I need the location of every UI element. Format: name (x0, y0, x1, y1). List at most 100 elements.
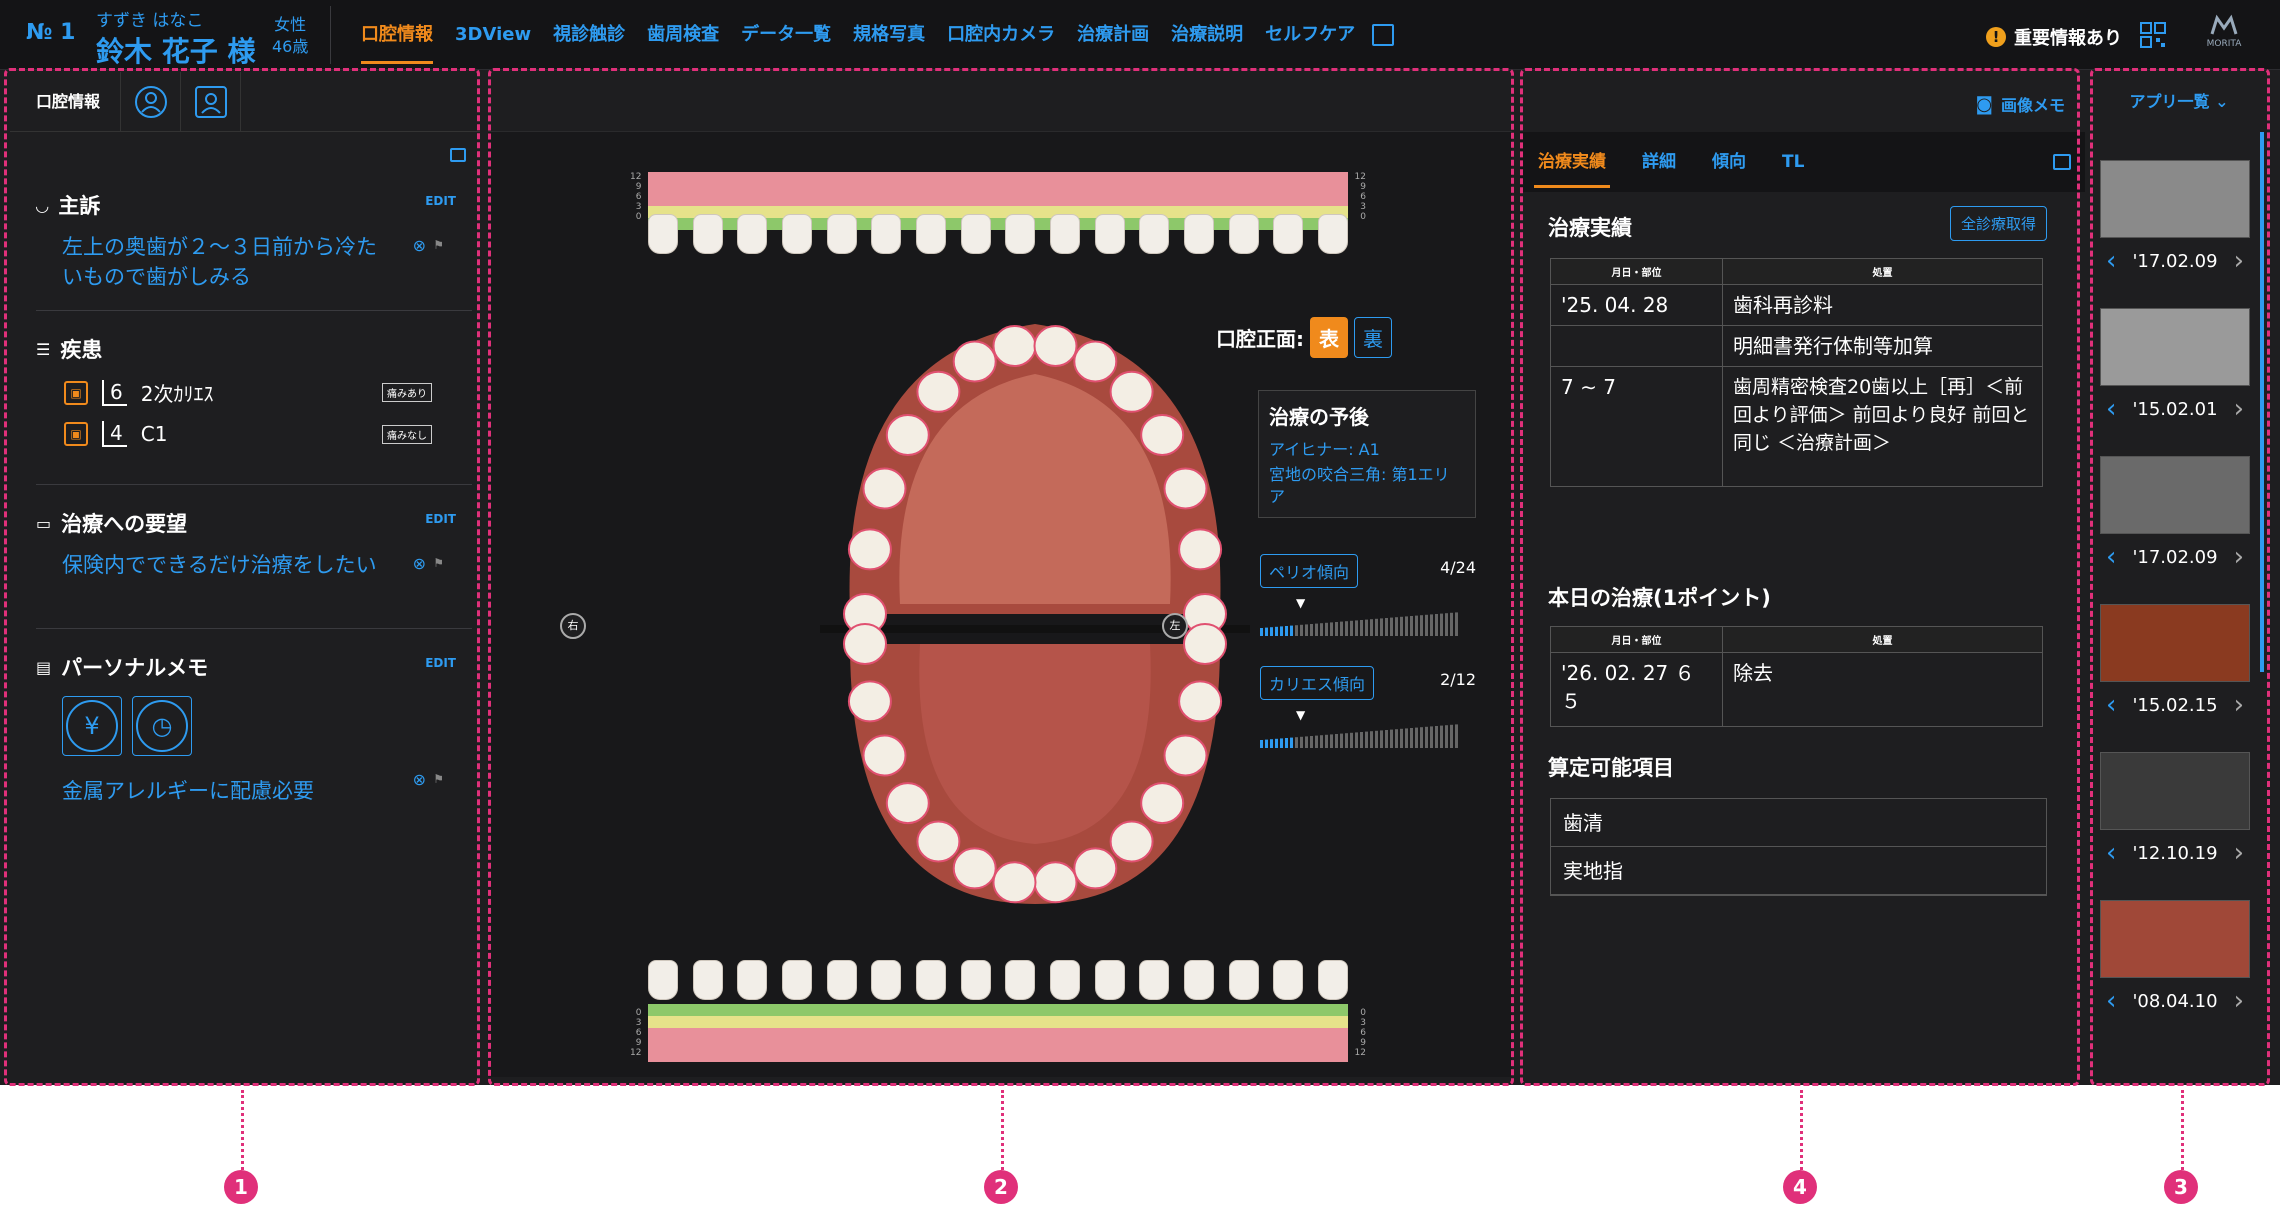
tooth[interactable] (1005, 214, 1036, 254)
thumbnail-image[interactable] (2100, 604, 2250, 682)
book-icon[interactable] (1372, 24, 1395, 46)
table-row[interactable]: '26. 02. 27 ６５ 除去 (1550, 652, 2043, 727)
disease-item[interactable]: ▣ 6 2次ｶﾘｴｽ 痛みあり (36, 378, 456, 407)
tooth[interactable] (992, 861, 1037, 904)
tooth[interactable] (1140, 414, 1185, 456)
tooth[interactable] (692, 214, 723, 254)
tooth[interactable] (1163, 467, 1208, 510)
request-edit-button[interactable]: EDIT (425, 512, 456, 526)
thumbnail-item[interactable]: ‹ '12.10.19 › (2100, 752, 2250, 868)
tab-oral-info[interactable]: 口腔情報 (350, 0, 444, 70)
tab-treatment-history[interactable]: 治療実績 (1520, 132, 1624, 192)
tooth[interactable] (1109, 370, 1154, 413)
tooth[interactable] (952, 340, 997, 383)
tooth[interactable] (1317, 214, 1348, 254)
tooth[interactable] (885, 782, 930, 825)
chevron-right-icon[interactable]: › (2234, 986, 2244, 1016)
chevron-right-icon[interactable]: › (2234, 690, 2244, 720)
thumbnail-item[interactable]: ‹ '17.02.09 › (2100, 456, 2250, 572)
tooth[interactable] (781, 214, 812, 254)
tab-treatment-plan[interactable]: 治療計画 (1066, 0, 1160, 70)
panel-toggle-icon[interactable] (450, 148, 466, 162)
tooth[interactable] (847, 528, 892, 571)
tooth[interactable] (916, 820, 961, 863)
tooth[interactable] (1073, 340, 1118, 383)
qr-code-icon[interactable] (2140, 22, 2166, 48)
tab-standard-photos[interactable]: 規格写真 (842, 0, 936, 70)
close-icon[interactable]: ⊗ (413, 236, 426, 255)
tooth[interactable] (737, 214, 768, 254)
tooth[interactable] (1139, 214, 1170, 254)
tab-visual-exam[interactable]: 視診触診 (542, 0, 636, 70)
chevron-left-icon[interactable]: ‹ (2106, 542, 2116, 572)
thumbnail-image[interactable] (2100, 900, 2250, 978)
chevron-right-icon[interactable]: › (2234, 542, 2244, 572)
thumbnail-item[interactable]: ‹ '17.02.09 › (2100, 160, 2250, 276)
flag-icon[interactable]: ⚑ (433, 772, 444, 786)
app-list-button[interactable]: アプリ一覧 ⌄ (2094, 72, 2264, 132)
memo-yen-button[interactable]: ¥ (62, 696, 122, 756)
tooth[interactable] (1178, 528, 1223, 571)
table-row[interactable]: '25. 04. 28 歯科再診料 (1550, 284, 2043, 326)
oral-cavity-illustration[interactable] (820, 314, 1250, 914)
fetch-all-button[interactable]: 全診療取得 (1949, 206, 2047, 241)
patient-profile-button[interactable] (121, 71, 182, 132)
caries-tendency-button[interactable]: カリエス傾向 (1260, 666, 1375, 700)
tab-3dview[interactable]: 3DView (444, 0, 542, 70)
tooth[interactable] (1183, 214, 1214, 254)
tooth[interactable] (1033, 325, 1078, 367)
tab-tl[interactable]: TL (1764, 132, 1822, 192)
disease-item[interactable]: ▣ 4 C1 痛みなし (36, 421, 456, 447)
tooth[interactable] (1228, 214, 1259, 254)
tooth[interactable] (1163, 734, 1208, 777)
tab-perio-exam[interactable]: 歯周検査 (636, 0, 730, 70)
perio-tendency-button[interactable]: ペリオ傾向 (1260, 554, 1359, 588)
chevron-left-icon[interactable]: ‹ (2106, 838, 2116, 868)
tooth[interactable] (915, 214, 946, 254)
tooth[interactable] (1178, 680, 1223, 723)
memo-edit-button[interactable]: EDIT (425, 656, 456, 670)
important-notice[interactable]: ! 重要情報あり (1986, 24, 2122, 50)
close-icon[interactable]: ⊗ (413, 554, 426, 573)
tooth[interactable] (843, 623, 887, 665)
tab-intraoral-camera[interactable]: 口腔内カメラ (936, 0, 1066, 70)
surface-front-button[interactable]: 表 (1310, 317, 1348, 358)
tooth[interactable] (862, 734, 907, 777)
tooth[interactable] (1183, 623, 1227, 665)
thumbnail-item[interactable]: ‹ '15.02.15 › (2100, 604, 2250, 720)
chevron-left-icon[interactable]: ‹ (2106, 986, 2116, 1016)
tooth[interactable] (916, 370, 961, 413)
tab-treatment-explain[interactable]: 治療説明 (1160, 0, 1254, 70)
chevron-left-icon[interactable]: ‹ (2106, 246, 2116, 276)
tooth[interactable] (1049, 214, 1080, 254)
chevron-left-icon[interactable]: ‹ (2106, 394, 2116, 424)
flag-icon[interactable]: ⚑ (433, 238, 444, 252)
tooth[interactable] (1109, 820, 1154, 863)
tooth[interactable] (1273, 214, 1304, 254)
tooth[interactable] (952, 847, 997, 890)
patient-photo-button[interactable] (181, 71, 242, 132)
tooth[interactable] (1140, 782, 1185, 825)
thumbnail-item[interactable]: ‹ '15.02.01 › (2100, 308, 2250, 424)
table-row[interactable]: 7 ∼ 7 歯周精密検査20歯以上［再］＜前回より評価＞ 前回より良好 前回と同… (1550, 366, 2043, 487)
tooth[interactable] (1094, 214, 1125, 254)
tab-tendency[interactable]: 傾向 (1694, 132, 1764, 192)
complaint-edit-button[interactable]: EDIT (425, 194, 456, 208)
tooth[interactable] (960, 214, 991, 254)
calc-item[interactable]: 歯清 (1551, 799, 2046, 847)
thumbnail-image[interactable] (2100, 308, 2250, 386)
memo-clock-button[interactable]: ◷ (132, 696, 192, 756)
tooth[interactable] (862, 467, 907, 510)
tab-self-care[interactable]: セルフケア (1254, 0, 1366, 70)
patient-name[interactable]: 鈴木 花子 様 (96, 30, 256, 70)
close-icon[interactable]: ⊗ (413, 770, 426, 789)
table-row[interactable]: 明細書発行体制等加算 (1550, 325, 2043, 367)
surface-back-button[interactable]: 裏 (1354, 317, 1392, 358)
flag-icon[interactable]: ⚑ (433, 556, 444, 570)
tooth[interactable] (1033, 861, 1078, 904)
chevron-right-icon[interactable]: › (2234, 246, 2244, 276)
chevron-right-icon[interactable]: › (2234, 394, 2244, 424)
tooth[interactable] (826, 214, 857, 254)
tab-detail[interactable]: 詳細 (1624, 132, 1694, 192)
panel-toggle-icon[interactable] (2053, 154, 2071, 170)
